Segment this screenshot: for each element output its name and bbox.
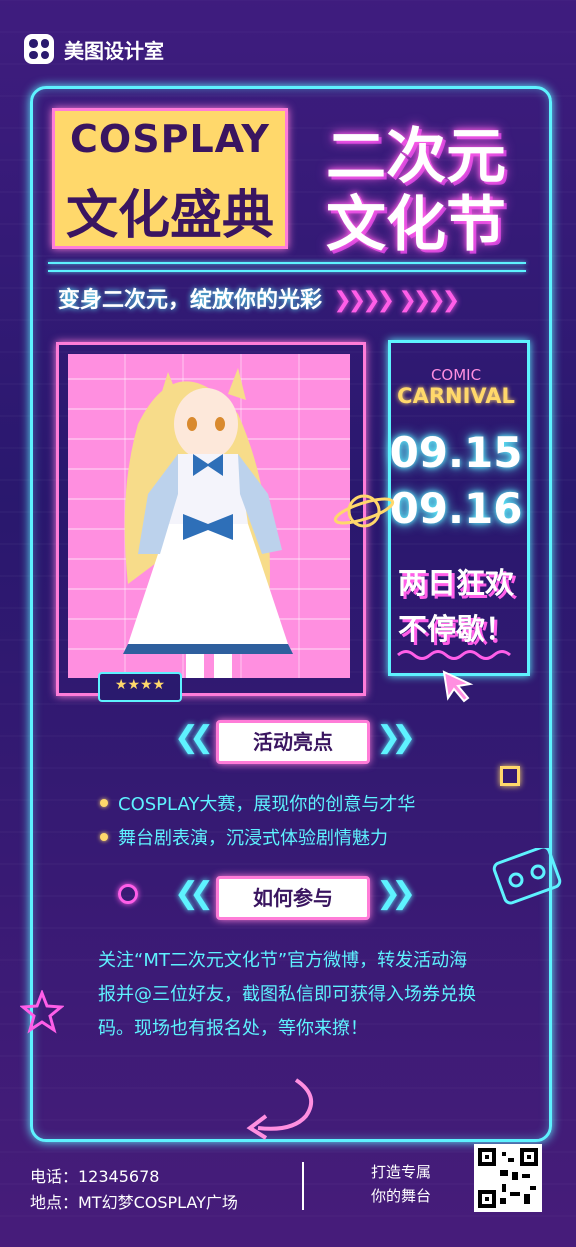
highlight-text: 舞台剧表演，沉浸式体验剧情魅力 [118, 828, 388, 849]
character-figure [123, 368, 293, 678]
divider-line [48, 262, 526, 264]
chevron-right-icon: ❯❯ [376, 876, 416, 911]
highlight-item: 舞台剧表演，沉浸式体验剧情魅力 [100, 824, 388, 850]
star-icon [20, 990, 64, 1034]
title-box: COSPLAY 文化盛典 [52, 108, 288, 249]
logo-icon [24, 34, 54, 64]
join-instructions: 关注“MT二次元文化节”官方微博，转发活动海报并@三位好友，截图私信即可获得入场… [98, 950, 476, 1039]
divider-line [48, 270, 526, 272]
highlight-text: COSPLAY大赛，展现你的创意与才华 [118, 794, 416, 815]
footer-address: 地点：MT幻梦COSPLAY广场 [30, 1193, 238, 1212]
planet-icon [333, 494, 395, 528]
chevron-right-icon: ❯❯ [376, 720, 416, 755]
qr-code[interactable] [474, 1144, 542, 1212]
highlight-item: COSPLAY大赛，展现你的创意与才华 [100, 790, 415, 816]
footer-tagline: 打造专属 你的舞台 [346, 1160, 456, 1208]
subtitle-text: 变身二次元，绽放你的光彩 [58, 288, 323, 313]
square-deco-icon [500, 766, 520, 786]
footer-phone: 电话：12345678 [30, 1167, 160, 1186]
bullet-dot [100, 799, 108, 807]
title-culture-ceremony: 文化盛典 [65, 186, 274, 246]
subtitle-row: 变身二次元，绽放你的光彩 ❯❯❯❯ ❯❯❯❯ [58, 282, 460, 314]
chevron-left-icon: ❮❮ [174, 720, 214, 755]
slogan-line-2: 不停歇！ [397, 612, 514, 646]
bullet-dot [100, 833, 108, 841]
title-cosplay: COSPLAY [70, 117, 270, 161]
date-start: 09.15 [389, 428, 523, 477]
chevron-left-icon: ❮❮ [174, 876, 214, 911]
brand-logo: 美图设计室 [24, 34, 164, 64]
arrows-icon: ❯❯❯❯ ❯❯❯❯ [329, 288, 460, 313]
slogan-line-1: 两日狂欢 [397, 566, 514, 600]
footer-tagline-line-2: 你的舞台 [370, 1187, 431, 1205]
comic-label: COMIC [430, 366, 482, 384]
carnival-label: CARNIVAL [397, 384, 515, 408]
wave-icon [397, 650, 511, 660]
date-end: 09.16 [389, 484, 523, 533]
character-illustration [68, 354, 350, 678]
footer-tagline-line-1: 打造专属 [370, 1163, 431, 1181]
footer-divider [302, 1162, 304, 1210]
title-festival: 文化节 [326, 190, 506, 260]
section-highlights: 活动亮点 [216, 720, 370, 764]
stars-badge: ★★★★ [98, 672, 182, 702]
qr-pattern [478, 1148, 538, 1208]
return-arrow-icon [246, 1078, 314, 1140]
cassette-icon [492, 848, 562, 905]
section-how-to-join: 如何参与 [216, 876, 370, 920]
circle-deco-icon [118, 884, 138, 904]
brand-name: 美图设计室 [64, 38, 164, 63]
cursor-icon [442, 670, 474, 703]
